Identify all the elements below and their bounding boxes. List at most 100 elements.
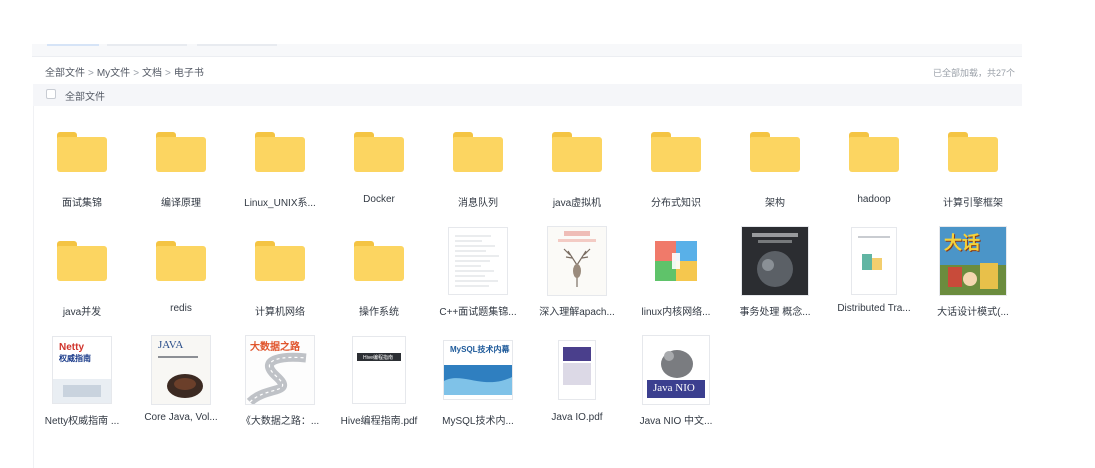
item-name: Linux_UNIX系... [244,198,316,209]
file-browser-window: 全部文件 > My文件 > 文档 > 电子书 已全部加载，共27个 全部文件 面试集锦编译原… [0,0,1095,468]
list-header: 全部文件 [33,84,1022,106]
book-cover-image: 大话 [940,227,1006,295]
breadcrumb: 全部文件 > My文件 > 文档 > 电子书 [45,64,204,79]
item-thumbnail [345,227,413,295]
item-thumbnail [741,227,809,295]
folder-icon [354,132,404,172]
item-name: Core Java, Vol... [144,412,218,423]
breadcrumb-separator: > [88,68,94,79]
item-name: Distributed Tra... [837,303,911,314]
folder-item[interactable]: 面试集锦 [33,118,131,224]
folder-item[interactable]: 消息队列 [429,118,527,224]
file-item[interactable]: Netty 权威指南 Netty权威指南 ... [33,336,131,442]
folder-item[interactable]: 架构 [726,118,824,224]
folder-item[interactable]: Docker [330,118,428,224]
breadcrumb-item-documents[interactable]: 文档 [142,68,162,79]
item-name: 《大数据之路：... [240,416,320,427]
loaded-count-status: 已全部加载，共27个 [932,68,1015,78]
item-name: 深入理解apach... [539,307,615,318]
folder-item[interactable]: hadoop [825,118,923,224]
breadcrumb-item-all-files[interactable]: 全部文件 [45,68,85,79]
item-thumbnail [642,227,710,295]
folder-item[interactable]: 计算引擎框架 [924,118,1022,224]
item-thumbnail: Hive编程指南 [345,336,413,404]
file-item[interactable]: Java NIO Java NIO 中文... [627,336,725,442]
folder-icon [57,241,107,281]
item-thumbnail: 大话 [939,227,1007,295]
folder-icon [453,132,503,172]
item-thumbnail [840,227,908,295]
folder-item[interactable]: 分布式知识 [627,118,725,224]
folder-item[interactable]: 操作系统 [330,227,428,333]
folder-item[interactable]: 计算机网络 [231,227,329,333]
folder-item[interactable]: redis [132,227,230,333]
breadcrumb-item-my-files[interactable]: My文件 [97,68,130,79]
item-name: 编译原理 [161,198,201,209]
book-cover-image: JAVA [152,336,210,404]
item-name: Netty权威指南 ... [44,416,120,427]
file-item[interactable]: JAVA Core Java, Vol... [132,336,230,442]
file-item[interactable]: 大数据之路《大数据之路：... [231,336,329,442]
tab-indicator [107,44,187,46]
item-thumbnail [246,227,314,295]
folder-icon [255,241,305,281]
select-all-label: 全部文件 [65,92,105,103]
folder-icon [651,132,701,172]
file-item[interactable]: Java IO.pdf [528,336,626,442]
item-thumbnail [642,118,710,186]
item-thumbnail [345,118,413,186]
folder-item[interactable]: 编译原理 [132,118,230,224]
file-grid: 面试集锦 编译原理 Linux_UNIX系... Docker 消息队列 java虚拟机 分… [33,118,1022,458]
breadcrumb-item-ebooks: 电子书 [173,68,204,79]
item-thumbnail [147,227,215,295]
item-name: 分布式知识 [651,198,701,209]
item-thumbnail [444,227,512,295]
item-name: C++面试题集锦... [439,307,517,318]
select-all-checkbox[interactable] [46,89,56,99]
tab-strip [32,44,1022,57]
file-item[interactable]: Hive编程指南 Hive编程指南.pdf [330,336,428,442]
folder-icon [552,132,602,172]
breadcrumb-separator: > [165,68,171,79]
item-thumbnail [939,118,1007,186]
item-thumbnail [147,118,215,186]
file-item[interactable]: 大话大话设计模式(... [924,227,1022,333]
archive-file-icon [655,241,697,281]
file-item[interactable]: C++面试题集锦... [429,227,527,333]
item-thumbnail: JAVA [147,336,215,404]
item-name: Hive编程指南.pdf [340,416,418,427]
item-name: 大话设计模式(... [937,307,1009,318]
item-name: 事务处理 概念... [739,307,811,318]
item-thumbnail [48,118,116,186]
folder-icon [156,241,206,281]
item-name: Docker [363,194,395,205]
file-item[interactable]: MySQL技术内幕 MySQL技术内... [429,336,527,442]
folder-icon [255,132,305,172]
book-cover-image [852,228,896,294]
item-name: MySQL技术内... [442,416,514,427]
item-thumbnail: MySQL技术内幕 [444,336,512,404]
pdf-page-thumbnail [449,228,507,294]
file-item[interactable]: 事务处理 概念... [726,227,824,333]
folder-icon [948,132,998,172]
book-cover-image: Java NIO [643,336,709,404]
folder-item[interactable]: Linux_UNIX系... [231,118,329,224]
item-name: java虚拟机 [552,198,602,209]
item-name: linux内核网络... [641,307,711,318]
item-thumbnail [48,227,116,295]
item-name: 操作系统 [359,307,399,318]
tab-indicator [47,44,99,46]
book-cover-image [559,341,595,399]
folder-icon [849,132,899,172]
folder-item[interactable]: java并发 [33,227,131,333]
item-thumbnail [840,118,908,186]
item-name: redis [170,303,192,314]
folder-icon [750,132,800,172]
item-thumbnail: 大数据之路 [246,336,314,404]
item-thumbnail [246,118,314,186]
file-item[interactable]: 深入理解apach... [528,227,626,333]
folder-item[interactable]: java虚拟机 [528,118,626,224]
item-thumbnail [543,227,611,295]
file-item[interactable]: Distributed Tra... [825,227,923,333]
file-item[interactable]: linux内核网络... [627,227,725,333]
